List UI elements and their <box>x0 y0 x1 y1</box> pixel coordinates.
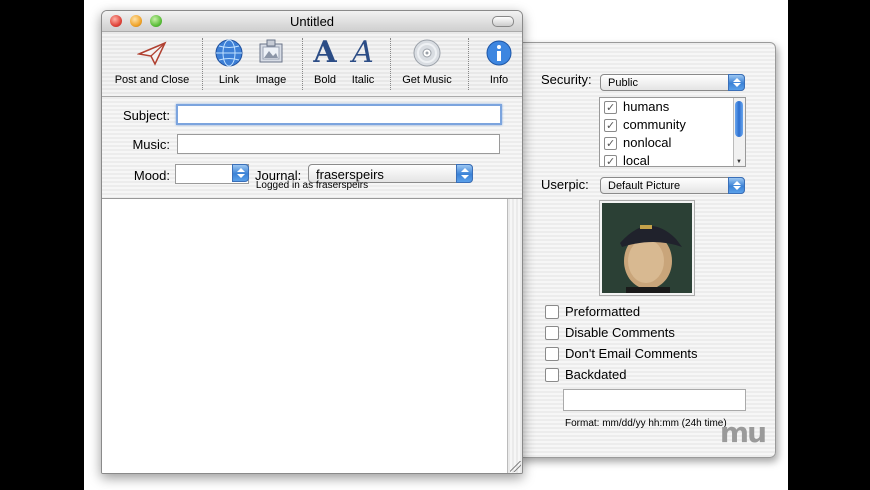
music-field[interactable] <box>177 134 500 154</box>
option-label: Backdated <box>565 367 627 382</box>
entry-form: Subject: Music: Mood: Journal: fraserspe… <box>102 97 522 199</box>
globe-icon <box>215 39 243 67</box>
cd-icon <box>413 39 441 67</box>
music-input[interactable] <box>178 135 499 153</box>
popup-arrows-icon <box>728 177 745 194</box>
title-bar[interactable]: Untitled <box>102 11 522 32</box>
scroll-down-arrow-icon[interactable]: ▼ <box>736 159 742 165</box>
resize-grip-icon[interactable] <box>510 461 521 472</box>
backdate-input[interactable] <box>564 390 749 412</box>
backdated-option[interactable]: Backdated <box>545 367 626 382</box>
checkbox-icon[interactable] <box>545 325 559 340</box>
preformatted-option[interactable]: Preformatted <box>545 304 640 319</box>
options-drawer: Security: Public humans community nonloc… <box>518 42 776 458</box>
toolbar-separator <box>390 38 391 90</box>
date-format-hint: Format: mm/dd/yy hh:mm (24h time) <box>565 418 727 429</box>
window-title: Untitled <box>289 14 335 29</box>
toolbar: Post and Close Link Image A Bold A Itali… <box>102 32 522 97</box>
subject-input[interactable] <box>178 106 500 123</box>
info-button[interactable]: Info <box>482 36 516 86</box>
login-status: Logged in as fraserspeirs <box>255 180 369 191</box>
dont-email-comments-option[interactable]: Don't Email Comments <box>545 346 698 361</box>
subject-field[interactable] <box>176 104 502 125</box>
body-scrollbar[interactable] <box>507 199 522 473</box>
checkbox-icon[interactable] <box>604 99 617 117</box>
bold-a-icon: A <box>313 35 337 70</box>
list-scrollbar[interactable]: ▼ <box>733 98 745 166</box>
friend-groups-list[interactable]: humans community nonlocal local ▼ <box>599 97 746 167</box>
italic-a-icon: A <box>352 35 374 70</box>
scroll-thumb[interactable] <box>735 101 743 137</box>
toolbar-label: Image <box>255 74 287 86</box>
userpic-label: Userpic: <box>541 177 589 192</box>
group-label: local <box>623 153 650 167</box>
security-label: Security: <box>541 72 592 87</box>
entry-window: Untitled Post and Close Link Image A Bol… <box>101 10 523 474</box>
option-label: Don't Email Comments <box>565 346 698 361</box>
get-music-button[interactable]: Get Music <box>396 36 458 86</box>
toolbar-label: Get Music <box>402 74 452 86</box>
toolbar-label: Info <box>489 74 509 86</box>
link-button[interactable]: Link <box>210 36 248 86</box>
toolbar-separator <box>202 38 203 90</box>
list-item[interactable]: community <box>600 116 745 135</box>
toolbar-label: Link <box>218 74 240 86</box>
list-item[interactable]: local <box>600 152 745 167</box>
checkbox-icon[interactable] <box>545 367 559 382</box>
image-icon <box>259 39 283 63</box>
security-value: Public <box>608 77 638 89</box>
toolbar-label: Bold <box>313 74 337 86</box>
info-icon <box>486 40 512 66</box>
popup-arrows-icon <box>728 74 745 91</box>
group-label: humans <box>623 99 670 114</box>
checkbox-icon[interactable] <box>604 117 617 135</box>
image-button[interactable]: Image <box>252 36 290 86</box>
subject-label: Subject: <box>123 108 170 123</box>
checkbox-icon[interactable] <box>545 346 559 361</box>
userpic-image <box>599 200 695 296</box>
checkbox-icon[interactable] <box>545 304 559 319</box>
toolbar-label: Post and Close <box>114 74 190 86</box>
userpic-value: Default Picture <box>608 180 681 192</box>
italic-button[interactable]: A Italic <box>346 35 380 87</box>
toolbar-label: Italic <box>351 74 375 86</box>
toolbar-separator <box>302 38 303 90</box>
bold-button[interactable]: A Bold <box>308 35 342 87</box>
paper-plane-icon <box>137 41 167 66</box>
option-label: Disable Comments <box>565 325 675 340</box>
toolbar-separator <box>468 38 469 90</box>
music-label: Music: <box>132 137 170 152</box>
group-label: community <box>623 117 686 132</box>
backdate-field[interactable] <box>563 389 749 412</box>
userpic-popup[interactable]: Default Picture <box>600 177 745 194</box>
security-popup[interactable]: Public <box>600 74 745 91</box>
post-and-close-button[interactable]: Post and Close <box>112 36 192 86</box>
option-label: Preformatted <box>565 304 641 319</box>
group-label: nonlocal <box>623 135 672 150</box>
list-item[interactable]: nonlocal <box>600 134 745 153</box>
entry-body[interactable] <box>102 199 508 473</box>
checkbox-icon[interactable] <box>604 153 617 166</box>
checkbox-icon[interactable] <box>604 135 617 153</box>
entry-body-textarea[interactable] <box>102 199 508 473</box>
disable-comments-option[interactable]: Disable Comments <box>545 325 675 340</box>
watermark-logo: mu <box>719 416 767 449</box>
list-item[interactable]: humans <box>600 98 745 117</box>
toolbar-toggle-button[interactable] <box>492 16 514 27</box>
